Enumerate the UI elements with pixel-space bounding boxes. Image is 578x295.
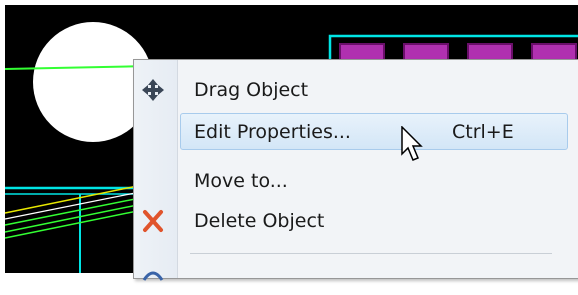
partial-menu-icon xyxy=(142,271,164,281)
context-menu: Drag Object Edit Properties... Ctrl+E Mo… xyxy=(133,59,578,281)
move-arrows-icon xyxy=(142,79,164,101)
menu-item-drag-object[interactable]: Drag Object xyxy=(134,70,578,110)
menu-separator xyxy=(190,253,552,254)
menu-item-move-to[interactable]: Move to... xyxy=(134,161,578,201)
menu-item-shortcut: Ctrl+E xyxy=(452,121,514,143)
menu-item-edit-properties[interactable]: Edit Properties... Ctrl+E xyxy=(134,112,578,152)
menu-item-delete-object[interactable]: Delete Object xyxy=(134,201,578,241)
menu-item-label: Drag Object xyxy=(194,79,309,101)
delete-x-icon xyxy=(143,210,163,232)
mouse-pointer-icon xyxy=(401,126,423,161)
menu-item-partial[interactable] xyxy=(134,255,578,295)
menu-item-label: Edit Properties... xyxy=(194,121,351,143)
menu-item-label: Delete Object xyxy=(194,210,325,232)
menu-item-label: Move to... xyxy=(194,170,288,192)
